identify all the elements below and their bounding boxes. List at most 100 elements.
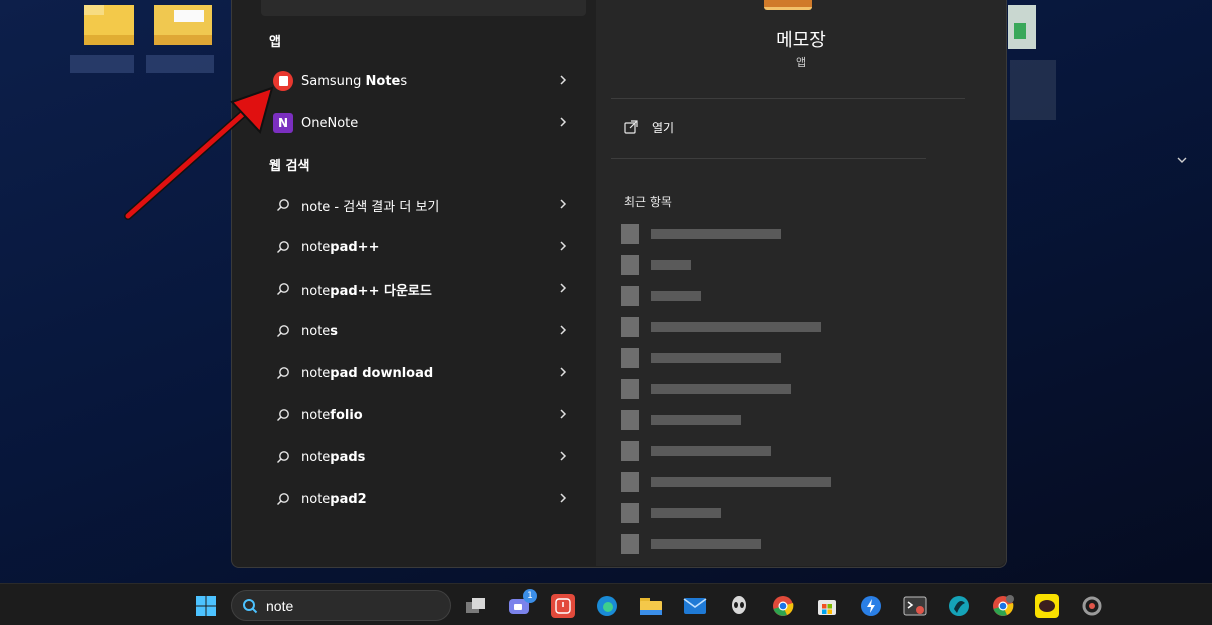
completion-part: s: [330, 323, 339, 339]
recent-item[interactable]: [621, 348, 781, 368]
file-name-obscured: [651, 322, 821, 332]
file-name-obscured: [651, 446, 771, 456]
recent-item[interactable]: [621, 224, 781, 244]
search-flyout: 앱 Samsung Notes N OneNote 웹 검색 note - 검색…: [231, 0, 1187, 568]
web-result-row[interactable]: notepad++: [261, 228, 586, 266]
best-match-item[interactable]: [261, 0, 586, 16]
chevron-right-icon[interactable]: [556, 115, 570, 129]
desktop-folder-icon[interactable]: [154, 5, 212, 45]
search-icon: [273, 447, 293, 467]
recent-item[interactable]: [621, 534, 761, 554]
task-view-icon[interactable]: [464, 594, 488, 618]
chevron-right-icon[interactable]: [556, 197, 570, 211]
file-name-obscured: [651, 353, 781, 363]
edge-browser-icon[interactable]: [595, 594, 619, 618]
web-result-row[interactable]: notepad download: [261, 354, 586, 392]
completion-part: pad2: [330, 491, 367, 507]
result-label: OneNote: [301, 115, 359, 131]
search-input[interactable]: [266, 597, 436, 614]
file-icon: [621, 286, 639, 306]
search-icon: [273, 405, 293, 425]
settings-app-icon[interactable]: [1080, 594, 1104, 618]
file-name-obscured: [651, 477, 831, 487]
file-icon: [621, 255, 639, 275]
windows-start-icon[interactable]: [194, 594, 218, 618]
alienware-icon[interactable]: [727, 594, 751, 618]
search-icon: [273, 237, 293, 257]
search-icon: [273, 279, 293, 299]
web-result-label: notepads: [301, 450, 365, 465]
completion-part: pad++: [330, 239, 380, 255]
recent-item[interactable]: [621, 317, 821, 337]
flash-app-icon[interactable]: [859, 594, 883, 618]
file-name-obscured: [651, 508, 721, 518]
web-result-label: notepad++ 다운로드: [301, 280, 432, 299]
result-samsung-notes[interactable]: Samsung Notes: [261, 62, 586, 100]
app-power-icon[interactable]: [551, 594, 575, 618]
result-onenote[interactable]: N OneNote: [261, 104, 586, 142]
file-icon: [621, 410, 639, 430]
taskbar-search[interactable]: [231, 590, 451, 621]
chevron-right-icon[interactable]: [556, 73, 570, 87]
mail-icon[interactable]: [683, 594, 707, 618]
desktop-label: [146, 55, 214, 73]
recent-item[interactable]: [621, 379, 791, 399]
chevron-right-icon[interactable]: [556, 323, 570, 337]
query-part: note: [301, 491, 331, 507]
completion-part: pad++ 다운로드: [330, 283, 432, 299]
search-icon: [273, 321, 293, 341]
search-icon: [243, 598, 258, 613]
divider: [611, 158, 926, 159]
file-name-obscured: [651, 291, 701, 301]
web-result-row[interactable]: notefolio: [261, 396, 586, 434]
file-icon: [621, 472, 639, 492]
file-explorer-icon[interactable]: [639, 594, 663, 618]
file-icon: [621, 379, 639, 399]
desktop-folder-icon[interactable]: [84, 5, 134, 45]
chevron-right-icon[interactable]: [556, 491, 570, 505]
file-name-obscured: [651, 229, 781, 239]
detail-app-name: 메모장: [776, 30, 826, 51]
chevron-right-icon[interactable]: [556, 449, 570, 463]
chevron-right-icon[interactable]: [556, 281, 570, 295]
terminal-icon[interactable]: [903, 594, 927, 618]
recent-item[interactable]: [621, 472, 831, 492]
chrome-profile-icon[interactable]: [991, 594, 1015, 618]
recent-item[interactable]: [621, 286, 701, 306]
query-part: note: [301, 449, 331, 465]
web-result-row[interactable]: notes: [261, 312, 586, 350]
open-action[interactable]: 열기: [611, 112, 674, 142]
expand-chevron-icon[interactable]: [1175, 153, 1189, 167]
web-result-row[interactable]: notepad2: [261, 480, 586, 518]
query-part: note: [301, 239, 331, 255]
detail-pane: 메모장 앱 열기 최근 항목: [596, 0, 1187, 566]
recent-item[interactable]: [621, 503, 721, 523]
desktop-file-icon[interactable]: [1008, 5, 1036, 49]
query-part: note: [301, 283, 331, 299]
web-result-row[interactable]: notepads: [261, 438, 586, 476]
recent-item[interactable]: [621, 441, 771, 461]
desktop-label: [1010, 60, 1056, 120]
web-result-row[interactable]: note - 검색 결과 더 보기: [261, 186, 586, 224]
teams-chat-icon[interactable]: 1: [507, 589, 537, 618]
apps-section-header: 앱: [269, 35, 281, 50]
chevron-right-icon[interactable]: [556, 365, 570, 379]
recent-item[interactable]: [621, 255, 691, 275]
result-label: Samsung Notes: [301, 73, 408, 89]
web-result-label: note - 검색 결과 더 보기: [301, 196, 439, 215]
web-result-label: notes: [301, 324, 338, 339]
query-part: note: [301, 199, 331, 215]
file-icon: [621, 348, 639, 368]
kakaotalk-icon[interactable]: [1035, 594, 1059, 618]
web-result-label: notepad2: [301, 492, 367, 507]
file-icon: [621, 503, 639, 523]
query-part: note: [301, 407, 331, 423]
chrome-icon[interactable]: [771, 594, 795, 618]
chevron-right-icon[interactable]: [556, 239, 570, 253]
chevron-right-icon[interactable]: [556, 407, 570, 421]
open-external-icon: [624, 120, 638, 134]
recent-item[interactable]: [621, 410, 741, 430]
microsoft-store-icon[interactable]: [815, 594, 839, 618]
app-cyan-icon[interactable]: [947, 594, 971, 618]
web-result-row[interactable]: notepad++ 다운로드: [261, 270, 586, 308]
